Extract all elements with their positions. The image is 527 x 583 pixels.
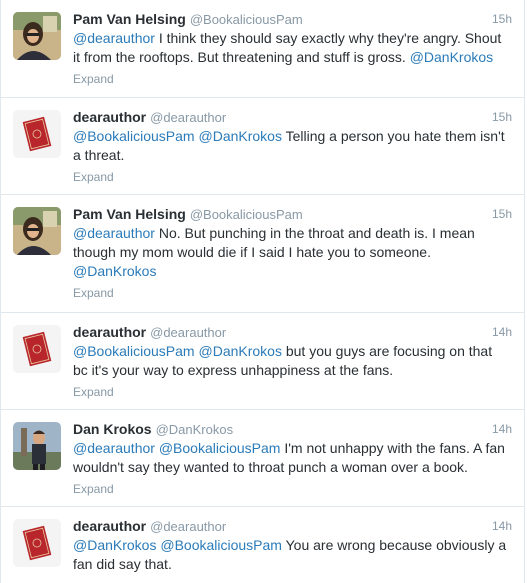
author-username[interactable]: @dearauthor bbox=[150, 519, 226, 534]
avatar[interactable] bbox=[13, 519, 61, 567]
mention-link[interactable]: @DanKrokos bbox=[199, 128, 282, 144]
expand-link[interactable]: Expand bbox=[73, 385, 512, 405]
tweet-text: @DanKrokos @BookaliciousPam You are wron… bbox=[73, 536, 512, 574]
expand-link[interactable]: Expand bbox=[73, 482, 512, 502]
tweet-timestamp[interactable]: 15h bbox=[492, 9, 512, 29]
tweet-timestamp[interactable]: 14h bbox=[492, 516, 512, 536]
mention-link[interactable]: @DanKrokos bbox=[73, 263, 156, 279]
expand-link[interactable]: Expand bbox=[73, 286, 512, 306]
tweet-timeline: Pam Van Helsing @BookaliciousPam 15h @deara… bbox=[0, 0, 525, 583]
tweet[interactable]: dearauthor @dearauthor 14h @DanKrokos @Book… bbox=[1, 507, 524, 583]
tweet[interactable]: Pam Van Helsing @BookaliciousPam 15h @deara… bbox=[1, 195, 524, 313]
avatar[interactable] bbox=[13, 110, 61, 158]
tweet-header: dearauthor @dearauthor 14h bbox=[73, 322, 512, 342]
mention-link[interactable]: @BookaliciousPam bbox=[160, 537, 282, 553]
author-username[interactable]: @dearauthor bbox=[150, 325, 226, 340]
tweet[interactable]: dearauthor @dearauthor 14h @BookaliciousPam… bbox=[1, 313, 524, 410]
mention-link[interactable]: @DanKrokos bbox=[73, 537, 156, 553]
tweet-timestamp[interactable]: 14h bbox=[492, 322, 512, 342]
tweet-header: dearauthor @dearauthor 14h bbox=[73, 516, 512, 536]
mention-link[interactable]: @BookaliciousPam bbox=[159, 440, 281, 456]
mention-link[interactable]: @DanKrokos bbox=[199, 343, 282, 359]
mention-link[interactable]: @BookaliciousPam bbox=[73, 343, 195, 359]
author-fullname[interactable]: Dan Krokos bbox=[73, 421, 152, 437]
tweet-timestamp[interactable]: 15h bbox=[492, 204, 512, 224]
tweet-header: Pam Van Helsing @BookaliciousPam 15h bbox=[73, 9, 512, 29]
author-fullname[interactable]: Pam Van Helsing bbox=[73, 11, 186, 27]
author-fullname[interactable]: Pam Van Helsing bbox=[73, 206, 186, 222]
mention-link[interactable]: @DanKrokos bbox=[410, 49, 493, 65]
tweet-header: Pam Van Helsing @BookaliciousPam 15h bbox=[73, 204, 512, 224]
tweet[interactable]: dearauthor @dearauthor 15h @BookaliciousPam… bbox=[1, 98, 524, 195]
tweet-header: dearauthor @dearauthor 15h bbox=[73, 107, 512, 127]
avatar[interactable] bbox=[13, 12, 61, 60]
tweet-text: @dearauthor @BookaliciousPam I'm not unh… bbox=[73, 439, 512, 477]
author-username[interactable]: @DanKrokos bbox=[156, 422, 234, 437]
tweet-text: @dearauthor I think they should say exac… bbox=[73, 29, 512, 67]
tweet[interactable]: Pam Van Helsing @BookaliciousPam 15h @deara… bbox=[1, 0, 524, 98]
mention-link[interactable]: @dearauthor bbox=[73, 440, 155, 456]
author-fullname[interactable]: dearauthor bbox=[73, 518, 146, 534]
author-username[interactable]: @BookaliciousPam bbox=[190, 207, 303, 222]
author-username[interactable]: @BookaliciousPam bbox=[190, 12, 303, 27]
author-fullname[interactable]: dearauthor bbox=[73, 324, 146, 340]
avatar[interactable] bbox=[13, 207, 61, 255]
tweet-text: @BookaliciousPam @DanKrokos Telling a pe… bbox=[73, 127, 512, 165]
tweet-timestamp[interactable]: 14h bbox=[492, 419, 512, 439]
author-fullname[interactable]: dearauthor bbox=[73, 109, 146, 125]
tweet-timestamp[interactable]: 15h bbox=[492, 107, 512, 127]
expand-link[interactable]: Expand bbox=[73, 72, 512, 92]
mention-link[interactable]: @dearauthor bbox=[73, 30, 155, 46]
mention-link[interactable]: @dearauthor bbox=[73, 225, 155, 241]
mention-link[interactable]: @BookaliciousPam bbox=[73, 128, 195, 144]
tweet-text: @dearauthor No. But punching in the thro… bbox=[73, 224, 512, 281]
avatar[interactable] bbox=[13, 422, 61, 470]
tweet-header: Dan Krokos @DanKrokos 14h bbox=[73, 419, 512, 439]
tweet[interactable]: Dan Krokos @DanKrokos 14h @dearauthor @Book… bbox=[1, 410, 524, 507]
avatar[interactable] bbox=[13, 325, 61, 373]
author-username[interactable]: @dearauthor bbox=[150, 110, 226, 125]
tweet-text: @BookaliciousPam @DanKrokos but you guys… bbox=[73, 342, 512, 380]
expand-link[interactable]: Expand bbox=[73, 170, 512, 190]
